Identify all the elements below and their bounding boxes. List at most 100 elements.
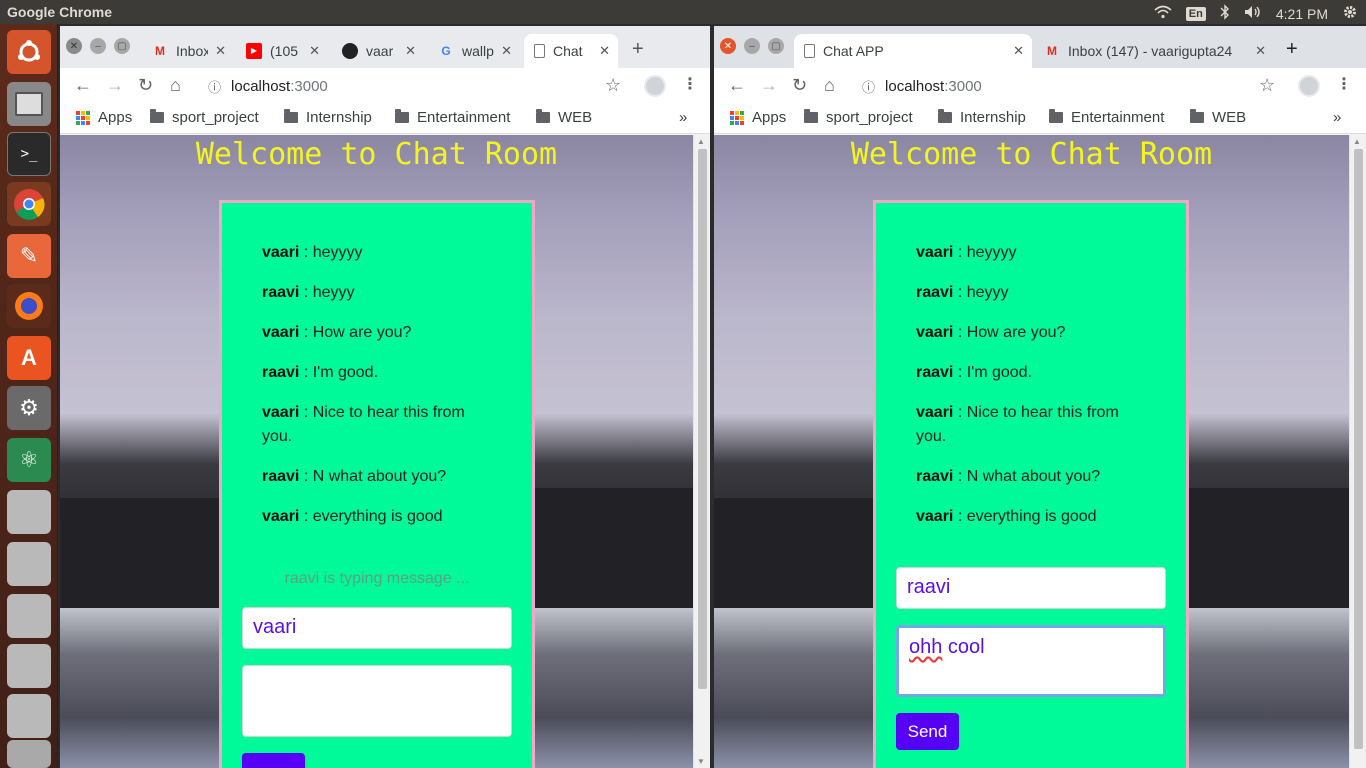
drive-icon[interactable] <box>7 644 51 688</box>
bookmark-star-icon[interactable]: ☆ <box>1259 75 1275 96</box>
bookmark-internship[interactable]: Internship <box>284 109 372 126</box>
menu-dots-icon[interactable]: ⋮ <box>682 74 698 94</box>
bookmarks-overflow-icon[interactable]: » <box>679 109 687 126</box>
settings-gear-icon[interactable] <box>1342 4 1358 23</box>
send-button[interactable] <box>242 753 305 768</box>
folder-icon <box>1049 109 1063 123</box>
firefox-icon[interactable] <box>7 284 51 328</box>
chrome-icon[interactable] <box>7 182 51 226</box>
apps-grid-icon <box>730 110 744 125</box>
tab-youtube[interactable]: ▶ (105 ✕ <box>236 34 328 68</box>
profile-avatar[interactable] <box>644 75 666 97</box>
bookmark-sport-project[interactable]: sport_project <box>150 109 259 126</box>
wifi-icon[interactable] <box>1154 5 1172 22</box>
drive-icon[interactable] <box>7 542 51 586</box>
system-settings-icon[interactable]: ⚙ <box>7 386 51 430</box>
home-icon[interactable]: ⌂ <box>170 75 181 96</box>
maximize-window-icon[interactable]: ▢ <box>768 38 784 54</box>
close-window-icon[interactable]: ✕ <box>66 38 82 54</box>
address-bar[interactable]: ⓘ localhost:3000 <box>862 72 1262 100</box>
new-tab-button[interactable]: + <box>1286 38 1298 61</box>
bookmark-web[interactable]: WEB <box>1190 109 1246 126</box>
close-tab-icon[interactable]: ✕ <box>309 43 320 59</box>
bookmark-entertainment[interactable]: Entertainment <box>395 109 510 126</box>
gmail-icon: M <box>1047 44 1057 58</box>
software-center-icon[interactable]: A <box>7 336 51 380</box>
postman-icon[interactable]: ✎ <box>7 234 51 278</box>
volume-icon[interactable] <box>1244 5 1262 22</box>
name-input[interactable]: raavi <box>896 567 1166 609</box>
page-scrollbar[interactable]: ▲ ▼ <box>693 135 710 768</box>
close-tab-icon[interactable]: ✕ <box>215 43 226 59</box>
drive-icon[interactable] <box>7 594 51 638</box>
tab-chat-app[interactable]: Chat APP ✕ <box>794 34 1032 68</box>
home-icon[interactable]: ⌂ <box>824 75 835 96</box>
forward-arrow-icon[interactable]: → <box>760 75 778 96</box>
scrollbar-thumb[interactable] <box>1354 149 1363 749</box>
chat-panel: vaari : heyyyy raavi : heyyy vaari : How… <box>219 200 535 768</box>
menu-dots-icon[interactable]: ⋮ <box>1336 74 1352 94</box>
list-item: raavi : heyyy <box>916 284 1009 301</box>
page-scrollbar[interactable]: ▲ <box>1349 135 1366 768</box>
bookmark-sport-project[interactable]: sport_project <box>804 109 913 126</box>
list-item: vaari : everything is good <box>262 508 443 525</box>
bookmark-web[interactable]: WEB <box>536 109 592 126</box>
reload-icon[interactable]: ↻ <box>792 75 807 96</box>
name-input[interactable]: vaari <box>242 607 512 649</box>
close-tab-icon[interactable]: ✕ <box>1013 43 1024 59</box>
info-icon[interactable]: ⓘ <box>208 77 221 96</box>
close-tab-icon[interactable]: ✕ <box>599 43 610 59</box>
minimize-window-icon[interactable]: – <box>90 38 106 54</box>
keyboard-layout-indicator[interactable]: En <box>1185 6 1206 21</box>
tab-inbox[interactable]: M Inbox (147) - vaarigupta24 ✕ <box>1034 34 1274 68</box>
bluetooth-icon[interactable] <box>1220 4 1230 23</box>
folder-icon <box>938 109 952 123</box>
bookmark-internship[interactable]: Internship <box>938 109 1026 126</box>
scroll-up-icon[interactable]: ▲ <box>697 137 705 146</box>
clock[interactable]: 4:21 PM <box>1276 6 1328 22</box>
address-bar[interactable]: ⓘ localhost:3000 <box>208 72 608 100</box>
close-window-icon[interactable]: ✕ <box>720 38 736 54</box>
drive-icon[interactable] <box>7 694 51 738</box>
close-tab-icon[interactable]: ✕ <box>501 43 512 59</box>
close-tab-icon[interactable]: ✕ <box>1255 43 1266 59</box>
bookmark-apps[interactable]: Apps <box>730 109 786 126</box>
atom-icon[interactable]: ⚛ <box>7 438 51 482</box>
tab-github[interactable]: vaar ✕ <box>332 34 424 68</box>
maximize-window-icon[interactable]: ▢ <box>114 38 130 54</box>
google-icon: G <box>441 44 451 58</box>
message-textarea[interactable] <box>242 665 512 737</box>
scrollbar-thumb[interactable] <box>698 149 707 689</box>
terminal-icon[interactable]: >_ <box>7 132 51 176</box>
info-icon[interactable]: ⓘ <box>862 77 875 96</box>
tab-chat[interactable]: Chat ✕ <box>524 34 618 68</box>
bookmark-apps[interactable]: Apps <box>76 109 132 126</box>
gmail-icon: M <box>155 44 165 58</box>
tab-google[interactable]: G wallp ✕ <box>428 34 520 68</box>
page-title: Welcome to Chat Room <box>850 137 1213 172</box>
ubuntu-dash-icon[interactable] <box>7 30 51 74</box>
bookmark-entertainment[interactable]: Entertainment <box>1049 109 1164 126</box>
list-item: raavi : I'm good. <box>262 364 379 381</box>
send-button[interactable]: Send <box>896 713 959 750</box>
folder-icon <box>395 109 409 123</box>
bookmarks-overflow-icon[interactable]: » <box>1333 109 1341 126</box>
minimize-window-icon[interactable]: – <box>744 38 760 54</box>
scroll-up-icon[interactable]: ▲ <box>1353 137 1361 146</box>
message-textarea[interactable]: ohh cool <box>896 625 1166 697</box>
new-tab-button[interactable]: + <box>632 38 644 61</box>
files-icon[interactable] <box>7 82 51 126</box>
tab-strip: ✕ – ▢ Chat APP ✕ M Inbox (147) - vaarigu… <box>714 26 1366 68</box>
trash-icon[interactable] <box>7 740 51 768</box>
bookmark-star-icon[interactable]: ☆ <box>605 75 621 96</box>
forward-arrow-icon[interactable]: → <box>106 75 124 96</box>
close-tab-icon[interactable]: ✕ <box>405 43 416 59</box>
list-item: raavi : N what about you? <box>262 468 447 485</box>
scroll-down-icon[interactable]: ▼ <box>697 757 705 766</box>
profile-avatar[interactable] <box>1298 75 1320 97</box>
tab-inbox[interactable]: M Inbox ✕ <box>142 34 234 68</box>
back-arrow-icon[interactable]: ← <box>728 75 746 96</box>
reload-icon[interactable]: ↻ <box>138 75 153 96</box>
back-arrow-icon[interactable]: ← <box>74 75 92 96</box>
drive-icon[interactable] <box>7 490 51 534</box>
